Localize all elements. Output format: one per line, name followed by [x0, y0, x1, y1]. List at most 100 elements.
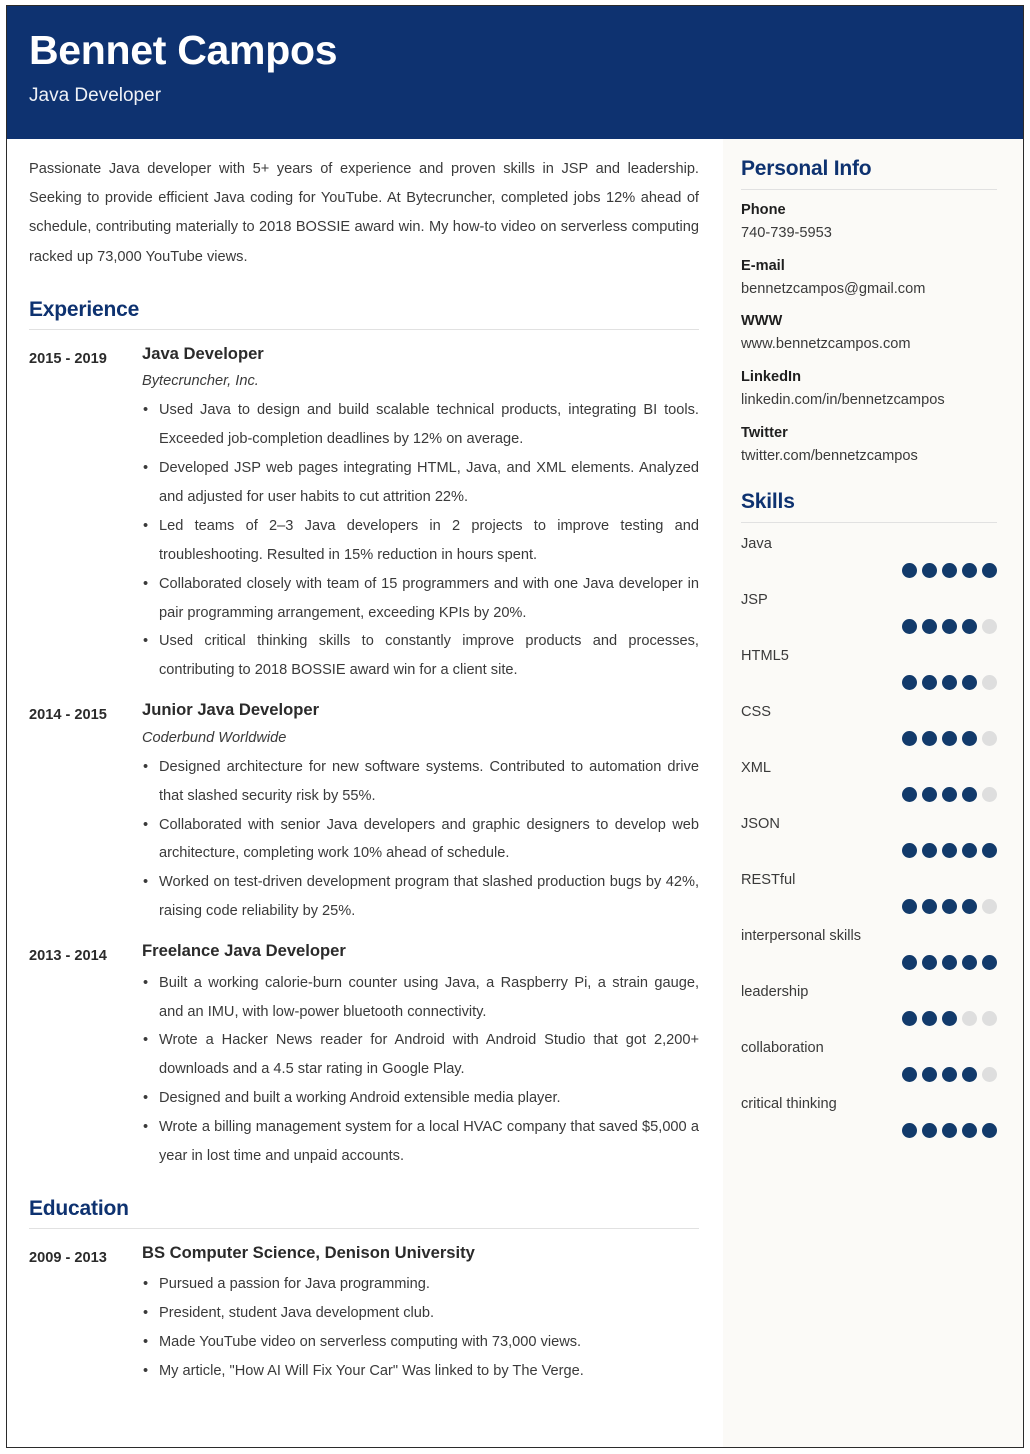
skill-rating-dots	[741, 1067, 997, 1083]
rating-dot-filled	[902, 675, 917, 691]
rating-dot-filled	[922, 843, 937, 859]
entry-dates: 2009 - 2013	[29, 1249, 107, 1266]
resume-entry: 2009 - 2013 BS Computer Science, Denison …	[29, 1242, 699, 1386]
rating-dot-filled	[922, 1123, 937, 1139]
experience-section-heading: Experience	[29, 297, 140, 321]
skill-name: leadership	[741, 984, 809, 1001]
skill-rating-dots	[741, 843, 997, 859]
rating-dot-filled	[982, 955, 997, 971]
entry-role-title: Junior Java Developer	[142, 700, 320, 720]
rating-dot-filled	[942, 1011, 957, 1027]
skill-item: RESTful	[741, 871, 997, 915]
entry-bullet: Collaborated with senior Java developers…	[142, 811, 699, 869]
rating-dot-filled	[902, 619, 917, 635]
rating-dot-filled	[962, 563, 977, 579]
contact-item: Phone 740-739-5953	[741, 202, 997, 244]
rating-dot-empty	[982, 675, 997, 691]
rating-dot-empty	[982, 619, 997, 635]
rating-dot-filled	[942, 955, 957, 971]
rating-dot-filled	[982, 843, 997, 859]
skill-item: critical thinking	[741, 1095, 997, 1139]
rating-dot-filled	[942, 675, 957, 691]
rating-dot-filled	[922, 899, 937, 915]
rating-dot-filled	[922, 787, 937, 803]
skill-rating-dots	[741, 955, 997, 971]
skill-name: Java	[741, 536, 772, 553]
professional-summary: Passionate Java developer with 5+ years …	[29, 161, 699, 265]
skills-heading: Skills	[741, 490, 795, 514]
contact-list: Phone 740-739-5953 E-mail bennetzcampos@gma…	[741, 202, 997, 466]
entry-bullet: Worked on test-driven development progra…	[142, 868, 699, 926]
skill-name: HTML5	[741, 648, 789, 665]
rating-dot-empty	[982, 787, 997, 803]
contact-value[interactable]: 740-739-5953	[741, 224, 997, 244]
resume-entry: 2013 - 2014 Freelance Java Developer Built…	[29, 940, 699, 1171]
rating-dot-empty	[982, 1067, 997, 1083]
skill-item: collaboration	[741, 1039, 997, 1083]
rating-dot-filled	[962, 955, 977, 971]
rating-dot-filled	[902, 1067, 917, 1083]
entry-organization: Coderbund Worldwide	[142, 729, 287, 746]
skill-rating-dots	[741, 619, 997, 635]
rating-dot-filled	[942, 787, 957, 803]
rating-dot-filled	[902, 731, 917, 747]
rating-dot-filled	[902, 1123, 917, 1139]
contact-value[interactable]: bennetzcampos@gmail.com	[741, 280, 997, 300]
skill-rating-dots	[741, 1123, 997, 1139]
skill-item: JSP	[741, 591, 997, 635]
contact-item: LinkedIn linkedin.com/in/bennetzcampos	[741, 369, 997, 411]
resume-entry: 2015 - 2019 Java Developer Bytecruncher, I…	[29, 343, 699, 685]
entry-bullet: Collaborated closely with team of 15 pro…	[142, 570, 699, 628]
contact-value[interactable]: twitter.com/bennetzcampos	[741, 447, 997, 467]
education-section-heading: Education	[29, 1196, 129, 1220]
rating-dot-filled	[942, 1067, 957, 1083]
skill-name: CSS	[741, 704, 772, 721]
education-list: 2009 - 2013 BS Computer Science, Denison …	[29, 1242, 699, 1386]
personal-info-heading: Personal Info	[741, 157, 872, 180]
rating-dot-filled	[922, 1011, 937, 1027]
entry-dates: 2015 - 2019	[29, 350, 107, 367]
sidebar-column: Personal Info Phone 740-739-5953 E-mail ben…	[723, 139, 1023, 1447]
entry-bullet-list: Designed architecture for new software s…	[142, 753, 699, 926]
entry-bullet: My article, "How AI Will Fix Your Car" W…	[142, 1357, 699, 1386]
skill-item: JSON	[741, 815, 997, 859]
skill-item: leadership	[741, 983, 997, 1027]
rating-dot-filled	[922, 675, 937, 691]
candidate-name: Bennet Campos	[29, 27, 338, 73]
rating-dot-filled	[962, 731, 977, 747]
contact-label: WWW	[741, 313, 783, 330]
rating-dot-filled	[982, 563, 997, 579]
rating-dot-filled	[962, 619, 977, 635]
rating-dot-filled	[922, 955, 937, 971]
skill-name: RESTful	[741, 872, 796, 889]
rating-dot-empty	[962, 1011, 977, 1027]
entry-bullet: Designed architecture for new software s…	[142, 753, 699, 811]
rating-dot-filled	[962, 1123, 977, 1139]
skill-item: Java	[741, 535, 997, 579]
skill-name: critical thinking	[741, 1096, 837, 1113]
skill-item: CSS	[741, 703, 997, 747]
contact-item: WWW www.bennetzcampos.com	[741, 313, 997, 355]
rating-dot-empty	[982, 731, 997, 747]
contact-value[interactable]: linkedin.com/in/bennetzcampos	[741, 391, 997, 411]
rating-dot-filled	[902, 787, 917, 803]
entry-bullet-list: Built a working calorie-burn counter usi…	[142, 969, 699, 1171]
rating-dot-filled	[962, 675, 977, 691]
skill-rating-dots	[741, 899, 997, 915]
contact-label: E-mail	[741, 257, 785, 274]
entry-organization: Bytecruncher, Inc.	[142, 373, 259, 390]
skill-rating-dots	[741, 563, 997, 579]
rating-dot-filled	[902, 563, 917, 579]
entry-bullet: Designed and built a working Android ext…	[142, 1084, 699, 1113]
resume-page: Bennet Campos Java Developer Passionate …	[0, 0, 1030, 1454]
rating-dot-filled	[922, 731, 937, 747]
skill-name: collaboration	[741, 1040, 824, 1057]
entry-bullet: Made YouTube video on serverless computi…	[142, 1328, 699, 1357]
rating-dot-filled	[942, 1123, 957, 1139]
contact-value[interactable]: www.bennetzcampos.com	[741, 335, 997, 355]
personal-info-divider	[741, 189, 997, 190]
entry-body: Java Developer Bytecruncher, Inc. Used Jav…	[142, 343, 699, 685]
entry-dates: 2014 - 2015	[29, 707, 107, 724]
skill-name: interpersonal skills	[741, 928, 862, 945]
skill-rating-dots	[741, 675, 997, 691]
